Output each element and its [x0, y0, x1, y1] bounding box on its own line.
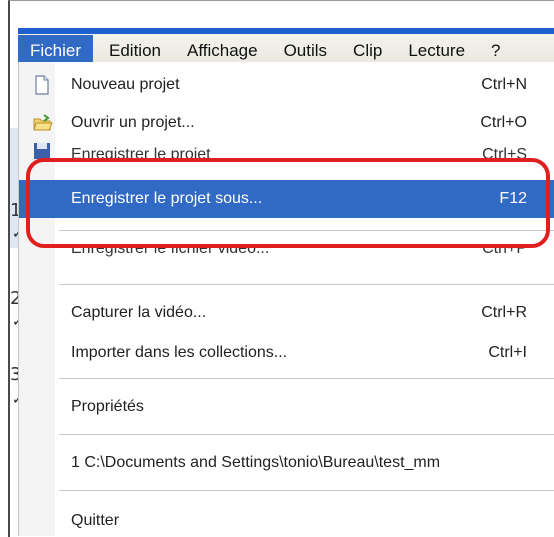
menu-item-label: Importer dans les collections...: [71, 344, 288, 361]
menu-item-label: Capturer la vidéo...: [71, 304, 207, 321]
menu-item-label: Enregistrer le projet sous...: [71, 190, 263, 207]
menu-separator: [59, 434, 554, 435]
file-menu-dropdown: Nouveau projet Ctrl+N Ouvrir un projet..…: [18, 62, 554, 536]
save-icon: [33, 142, 51, 160]
open-folder-icon: [33, 113, 53, 133]
menu-item-importer-collections[interactable]: Importer dans les collections... Ctrl+I: [19, 338, 554, 368]
menu-separator: [59, 490, 554, 491]
menu-item-enregistrer-video[interactable]: Enregistrer le fichier vidéo... Ctrl+P: [19, 248, 554, 266]
menu-item-enregistrer-projet[interactable]: Enregistrer le projet Ctrl+S: [19, 142, 554, 160]
new-document-icon: [33, 75, 51, 95]
menu-item-label: Propriétés: [71, 398, 144, 415]
menu-item-label: Nouveau projet: [71, 76, 180, 93]
menu-item-capturer-video[interactable]: Capturer la vidéo... Ctrl+R: [19, 298, 554, 328]
menu-item-ouvrir-projet[interactable]: Ouvrir un projet... Ctrl+O: [19, 108, 554, 138]
menu-item-label: Quitter: [71, 512, 120, 529]
menu-item-shortcut: Ctrl+S: [482, 146, 527, 160]
menu-item-shortcut: F12: [499, 190, 527, 207]
menu-item-label: Enregistrer le projet: [71, 146, 211, 160]
menu-item-recent-file[interactable]: 1 C:\Documents and Settings\tonio\Bureau…: [19, 448, 554, 478]
menu-item-shortcut: Ctrl+R: [481, 304, 527, 321]
menu-item-label: Enregistrer le fichier vidéo...: [71, 248, 270, 257]
menu-item-quitter[interactable]: Quitter: [19, 506, 554, 536]
menu-separator: [59, 378, 554, 379]
menu-item-label: 1 C:\Documents and Settings\tonio\Bureau…: [71, 454, 441, 471]
menu-item-label: Ouvrir un projet...: [71, 114, 195, 131]
menu-item-enregistrer-projet-sous[interactable]: Enregistrer le projet sous... F12: [19, 180, 554, 218]
menu-item-nouveau-projet[interactable]: Nouveau projet Ctrl+N: [19, 70, 554, 100]
menu-item-proprietes[interactable]: Propriétés: [19, 392, 554, 422]
menu-item-shortcut: Ctrl+I: [488, 344, 527, 361]
menu-item-shortcut: Ctrl+N: [481, 76, 527, 93]
menu-item-shortcut: Ctrl+O: [480, 114, 527, 131]
menu-separator: [59, 230, 554, 231]
menu-item-shortcut: Ctrl+P: [482, 248, 527, 257]
menu-separator: [59, 284, 554, 285]
